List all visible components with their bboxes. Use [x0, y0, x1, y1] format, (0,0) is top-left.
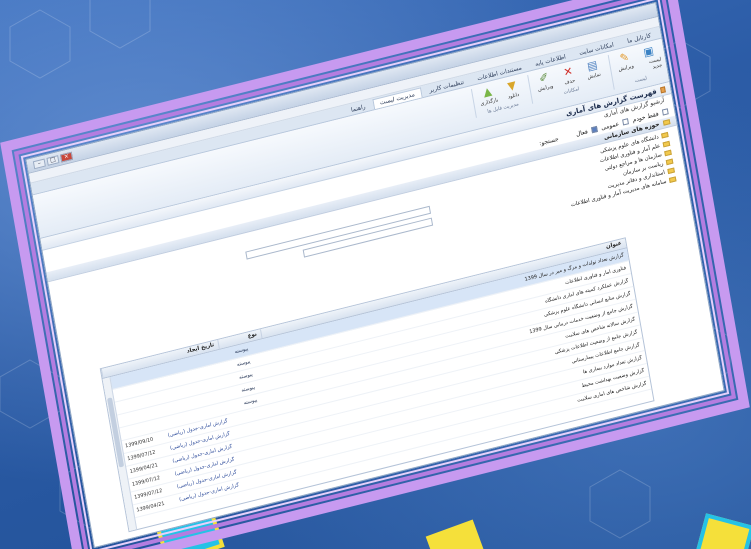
report-icon [659, 85, 666, 93]
view-button[interactable]: ▤ نمایش [581, 57, 606, 82]
active-checkbox[interactable] [590, 125, 598, 134]
close-icon[interactable]: × [59, 151, 73, 163]
edit-button[interactable]: ✐ ویرایش [532, 69, 557, 94]
maximize-icon[interactable]: □ [46, 154, 60, 166]
active-label: فعال [575, 127, 589, 138]
edit-list-button[interactable]: ✎ ویرایش [613, 49, 639, 80]
folder-icon [662, 119, 671, 126]
group-label-list: لیست [634, 75, 648, 85]
ribbon-group-list: ▣ لیست جدید ✎ ویرایش لیست [607, 42, 665, 90]
folder-icon [668, 176, 677, 183]
group-label-actions: امکانات [563, 86, 580, 96]
folder-icon [665, 158, 674, 166]
folder-icon [664, 149, 672, 157]
delete-button[interactable]: ✕ حذف [556, 63, 581, 88]
upload-button[interactable]: ▲ بارگذاری [476, 83, 501, 108]
public-checkbox[interactable] [622, 118, 630, 126]
download-label: دانلود [507, 91, 520, 101]
minimize-icon[interactable]: – [32, 158, 46, 169]
folder-icon [662, 140, 671, 148]
download-button[interactable]: ▼ دانلود [500, 77, 525, 102]
folder-icon [667, 167, 675, 175]
delete-label: حذف [564, 77, 576, 87]
new-list-button[interactable]: ▣ لیست جدید [637, 43, 662, 74]
only-mine-checkbox[interactable] [661, 108, 669, 116]
folder-icon [661, 131, 669, 139]
